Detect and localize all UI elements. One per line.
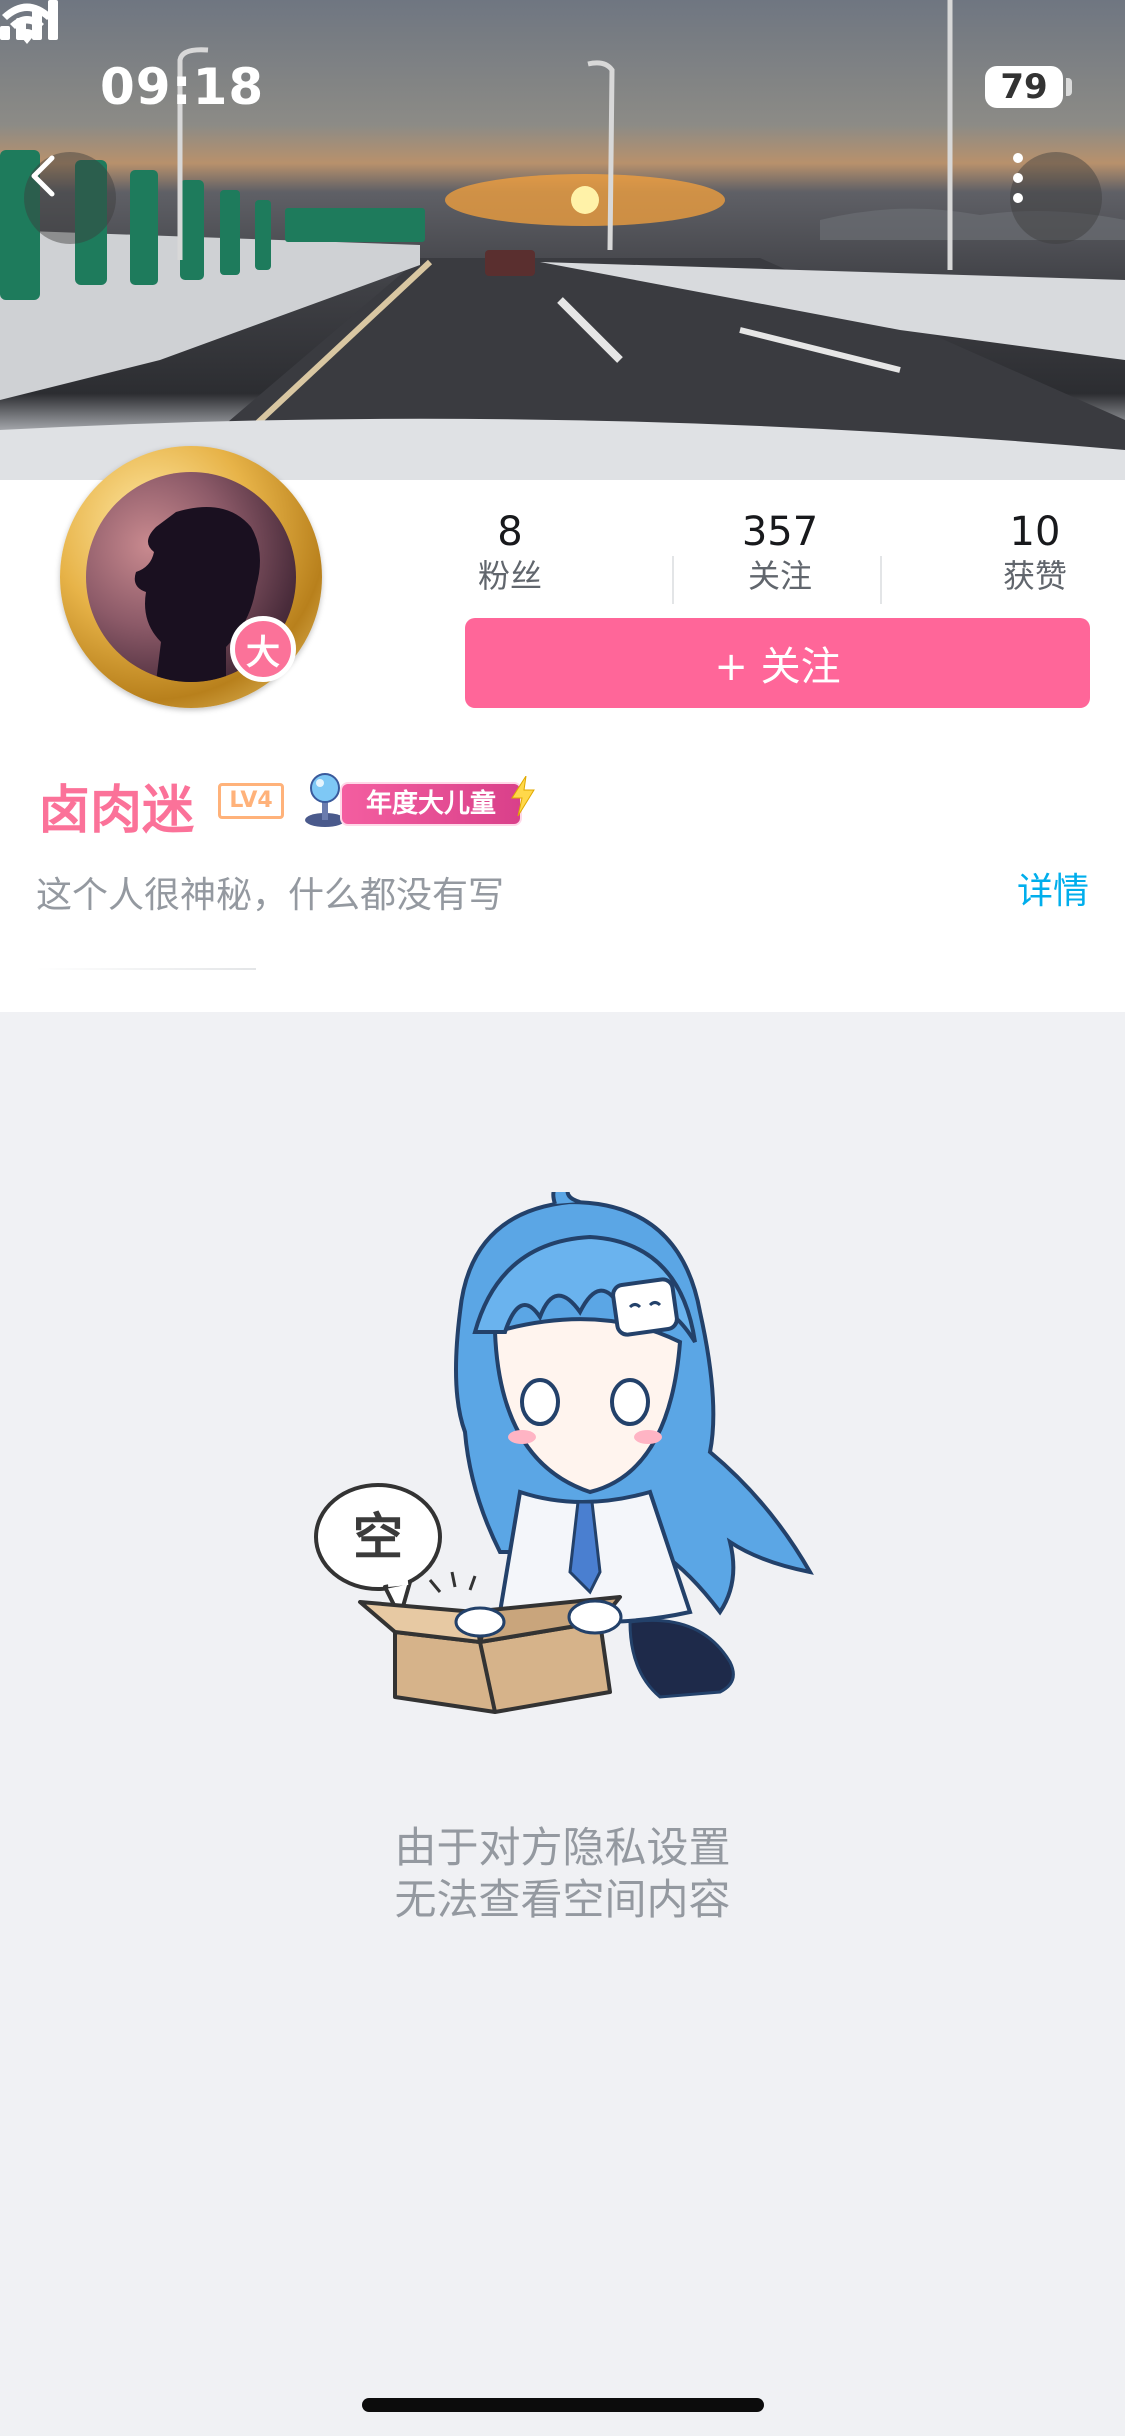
profile-divider xyxy=(36,968,256,970)
avatar-badge: 大 xyxy=(230,616,296,682)
bio-text: 这个人很神秘，什么都没有写 xyxy=(36,875,505,916)
stat-divider xyxy=(880,556,882,604)
battery-tip xyxy=(1066,78,1072,96)
stat-following-label: 关注 xyxy=(747,557,812,595)
detail-link[interactable]: 详情 xyxy=(1017,862,1089,914)
bubble-text: 空 xyxy=(353,1508,403,1566)
empty-message-line1: 由于对方隐私设置 xyxy=(394,1823,731,1872)
lightning-icon xyxy=(511,776,535,816)
stat-divider xyxy=(672,556,674,604)
empty-message-line2: 无法查看空间内容 xyxy=(394,1875,731,1924)
stat-likes-label: 获赞 xyxy=(1002,557,1067,595)
avatar[interactable]: 大 xyxy=(60,446,322,708)
stat-following[interactable]: 357 关注 xyxy=(710,508,850,596)
stat-fans[interactable]: 8 粉丝 xyxy=(440,508,580,596)
vip-badge[interactable]: 年度大儿童 xyxy=(300,772,540,828)
status-bar: 09:18 79 xyxy=(0,0,1125,140)
hairclip-icon xyxy=(611,1277,679,1337)
status-time: 09:18 xyxy=(100,58,265,116)
more-icon xyxy=(1013,153,1023,203)
stat-following-value: 357 xyxy=(741,509,819,555)
profile-banner: 09:18 79 xyxy=(0,0,1125,480)
empty-illustration: 空 xyxy=(314,1192,814,1714)
level-badge: LV4 xyxy=(218,783,284,819)
stat-likes-value: 10 xyxy=(1009,509,1061,555)
speech-bubble: 空 xyxy=(314,1483,442,1619)
follow-button[interactable]: + 关注 xyxy=(465,618,1090,708)
more-button[interactable] xyxy=(1010,152,1102,244)
back-icon xyxy=(31,155,55,197)
profile-stats: 8 粉丝 357 关注 10 获赞 xyxy=(440,508,1100,608)
wifi-icon xyxy=(2,3,52,44)
stat-fans-value: 8 xyxy=(497,509,523,555)
empty-message: 由于对方隐私设置 无法查看空间内容 xyxy=(0,1822,1125,1926)
empty-state: 空 由于对方隐私设置 无法查看空间内容 xyxy=(0,1012,1125,2436)
vip-label: 年度大儿童 xyxy=(340,782,522,826)
username: 卤肉迷 xyxy=(38,781,195,841)
back-button[interactable] xyxy=(24,152,116,244)
home-indicator[interactable] xyxy=(362,2398,764,2412)
stat-fans-label: 粉丝 xyxy=(477,557,542,595)
battery-icon: 79 xyxy=(985,66,1063,108)
stat-likes[interactable]: 10 获赞 xyxy=(965,508,1105,596)
profile-header: 大 8 粉丝 357 关注 10 获赞 + 关注 卤肉迷 LV4 年度大儿童 这… xyxy=(0,446,1125,1012)
